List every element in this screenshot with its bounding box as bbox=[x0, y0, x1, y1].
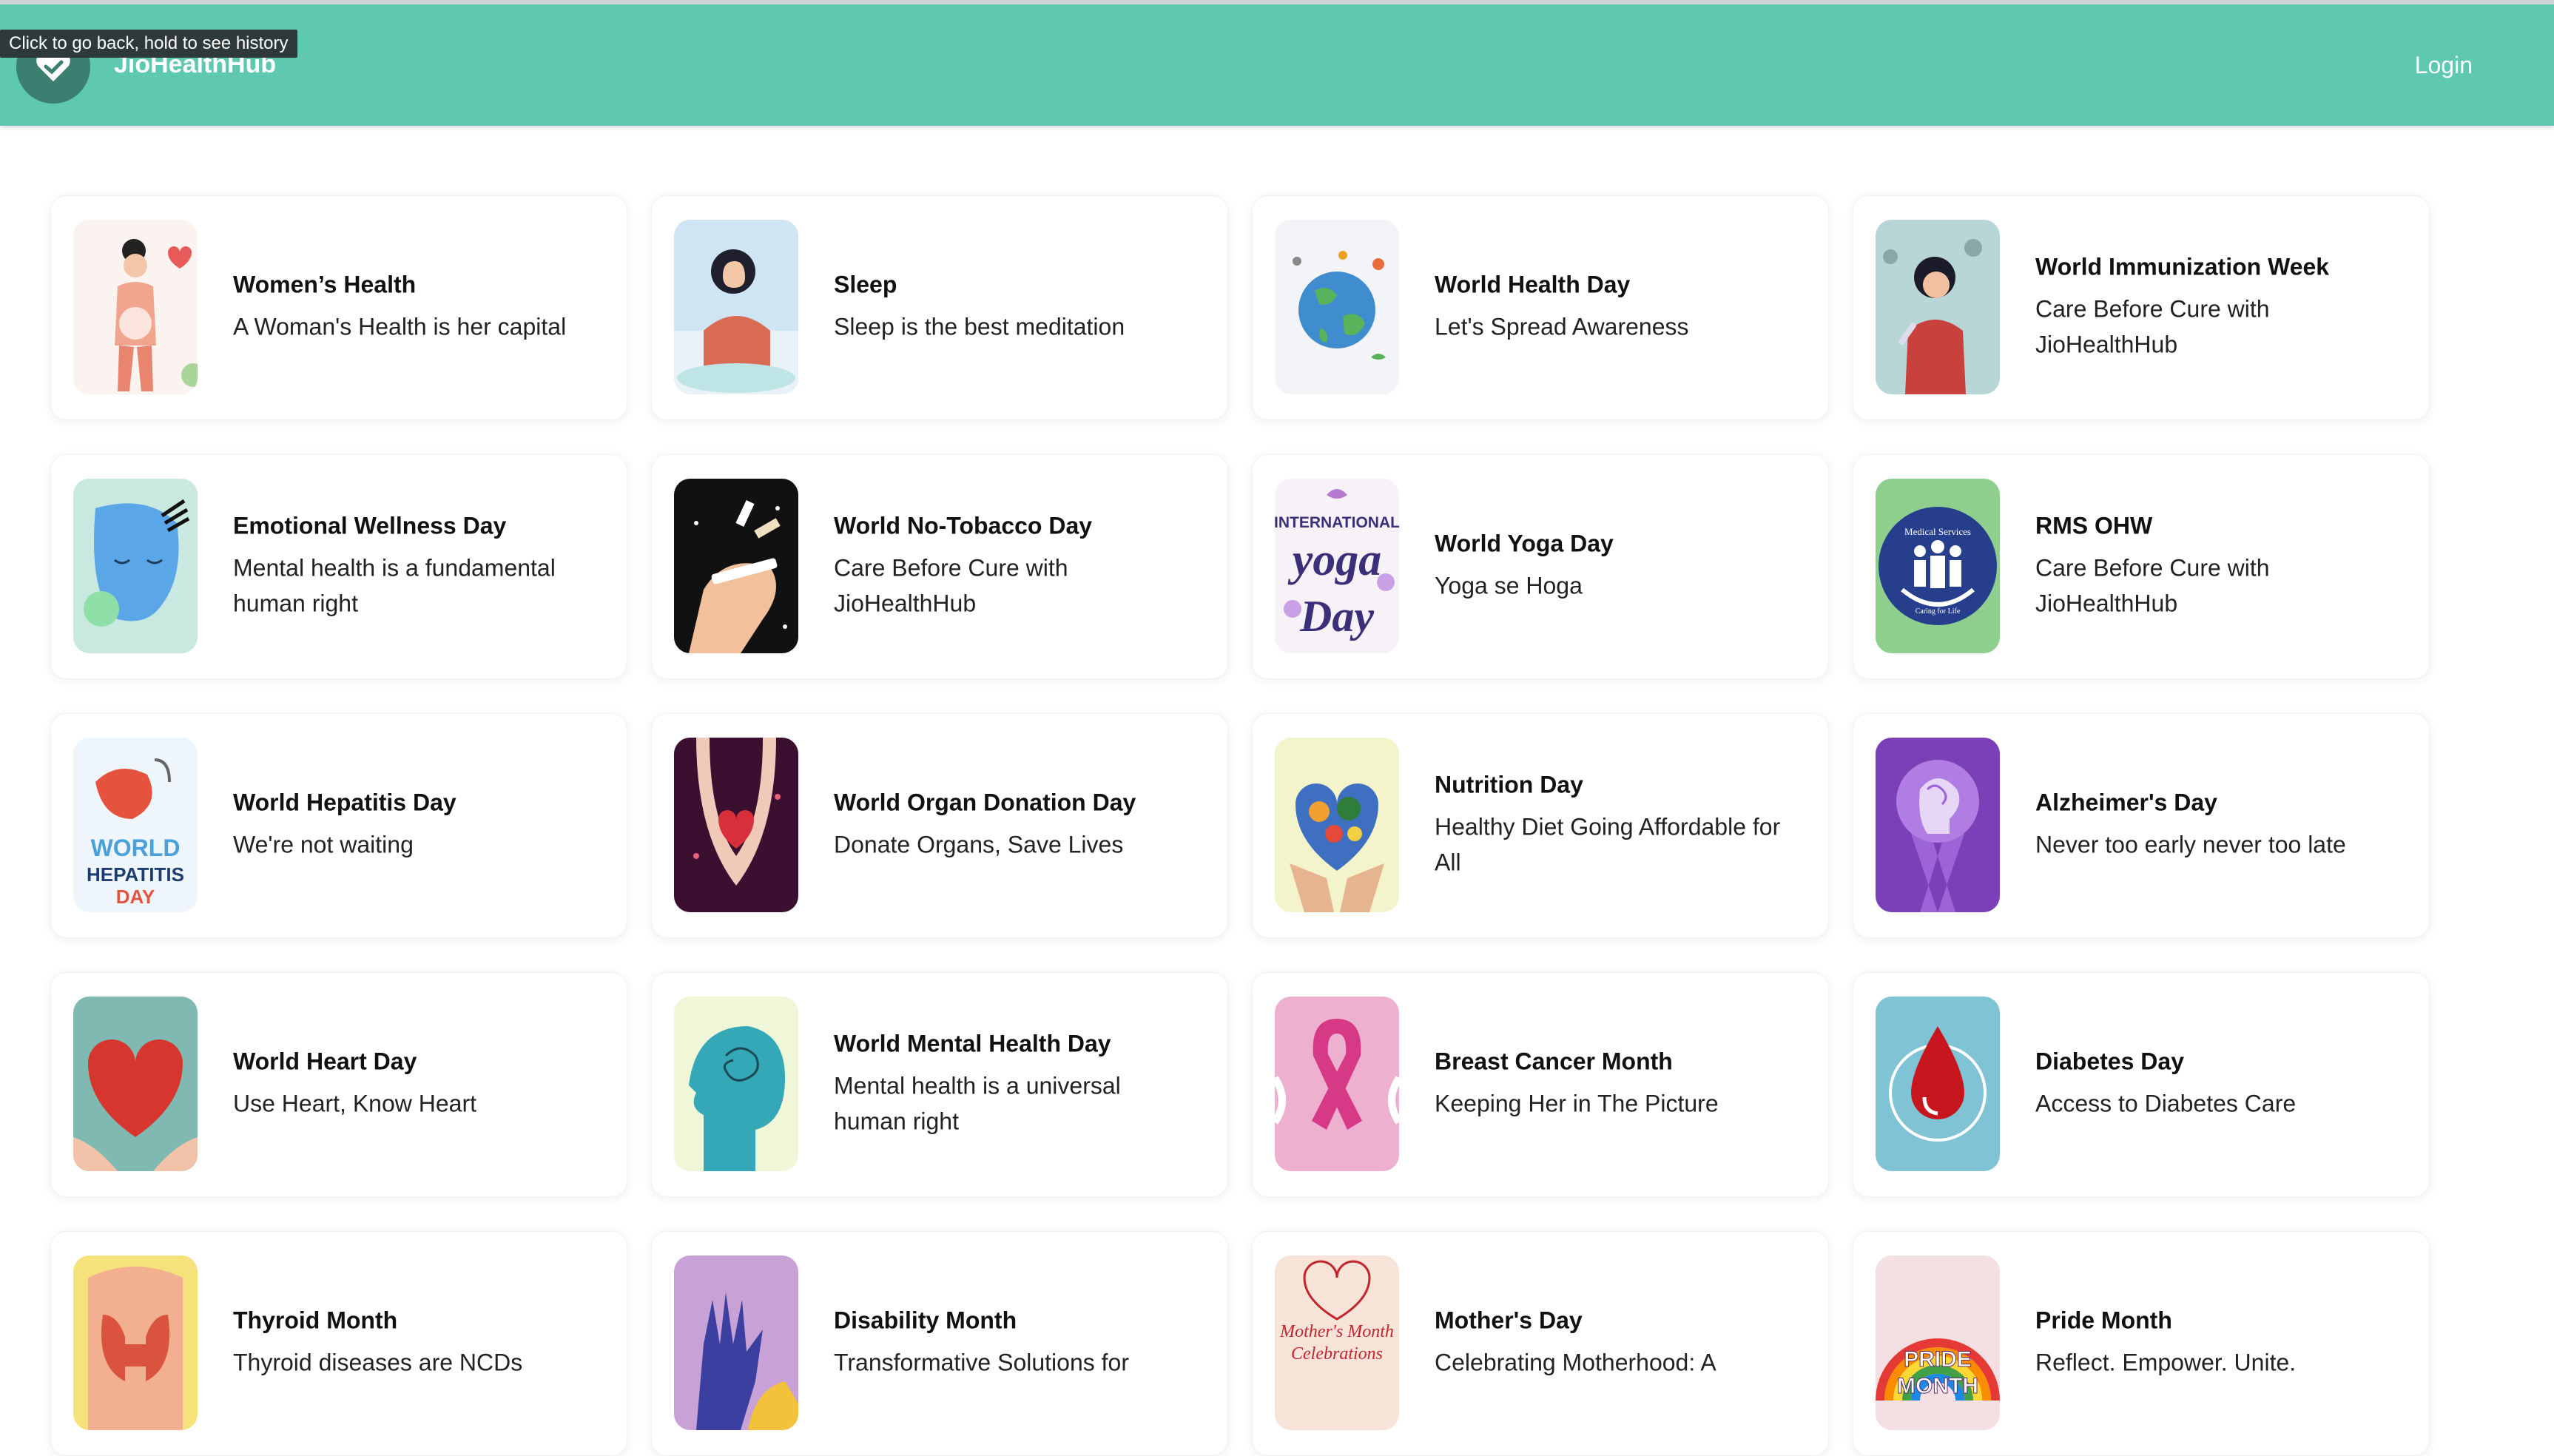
blood-drop-image bbox=[1876, 997, 2000, 1171]
mind-head-image bbox=[674, 997, 798, 1171]
card-title: World No-Tobacco Day bbox=[834, 512, 1093, 539]
hands-image bbox=[674, 1256, 798, 1430]
card-subtitle: We're not waiting bbox=[233, 831, 414, 858]
svg-text:PRIDE: PRIDE bbox=[1904, 1347, 1972, 1372]
card-subtitle: Let's Spread Awareness bbox=[1435, 313, 1689, 340]
card-title: World Hepatitis Day bbox=[233, 789, 456, 816]
card-title: Mother's Day bbox=[1435, 1307, 1583, 1334]
card-subtitle: Care Before Cure with JioHealthHub bbox=[2035, 295, 2270, 358]
card-title: Pride Month bbox=[2035, 1307, 2172, 1334]
back-button-tooltip: Click to go back, hold to see history bbox=[0, 30, 297, 58]
card-subtitle: Keeping Her in The Picture bbox=[1435, 1090, 1719, 1117]
emotional-face-image bbox=[73, 479, 198, 653]
svg-text:Mother's Month: Mother's Month bbox=[1279, 1322, 1394, 1341]
card-subtitle: Care Before Cure with JioHealthHub bbox=[834, 554, 1068, 617]
svg-text:WORLD: WORLD bbox=[91, 835, 181, 861]
svg-text:Medical Services: Medical Services bbox=[1904, 526, 1971, 537]
card-subtitle: Yoga se Hoga bbox=[1435, 572, 1583, 599]
card-title: Diabetes Day bbox=[2035, 1048, 2184, 1075]
topic-card[interactable]: World Immunization Week Care Before Cure… bbox=[1853, 195, 2430, 420]
card-title: Thyroid Month bbox=[233, 1307, 398, 1334]
card-subtitle: Reflect. Empower. Unite. bbox=[2035, 1349, 2297, 1376]
topic-card[interactable]: Thyroid Month Thyroid diseases are NCDs bbox=[50, 1231, 627, 1456]
topic-card[interactable]: Diabetes Day Access to Diabetes Care bbox=[1853, 972, 2430, 1197]
card-subtitle: Care Before Cure with JioHealthHub bbox=[2035, 554, 2270, 617]
card-title: World Heart Day bbox=[233, 1048, 417, 1075]
womens-health-image bbox=[73, 220, 198, 394]
card-subtitle: Healthy Diet Going Affordable for All bbox=[1435, 813, 1781, 876]
topic-card[interactable]: Medical Services Caring for Life RMS OHW… bbox=[1853, 454, 2430, 679]
app-header: JioHealthHub Login bbox=[0, 4, 2554, 126]
medical-services-image: Medical Services Caring for Life bbox=[1876, 479, 2000, 653]
card-title: RMS OHW bbox=[2035, 512, 2153, 539]
immunization-image bbox=[1876, 220, 2000, 394]
card-subtitle: Mental health is a universal human right bbox=[834, 1072, 1121, 1135]
topic-card[interactable]: Mother's Month Celebrations Mother's Day… bbox=[1252, 1231, 1829, 1456]
no-tobacco-image bbox=[674, 479, 798, 653]
svg-text:INTERNATIONAL: INTERNATIONAL bbox=[1275, 514, 1399, 531]
card-subtitle: Use Heart, Know Heart bbox=[233, 1090, 477, 1117]
card-subtitle: Sleep is the best meditation bbox=[834, 313, 1125, 340]
topic-card[interactable]: WORLD HEPATITIS DAY World Hepatitis Day … bbox=[50, 713, 627, 938]
card-subtitle: Donate Organs, Save Lives bbox=[834, 831, 1124, 858]
yoga-image: INTERNATIONAL yoga Day bbox=[1275, 479, 1399, 653]
card-subtitle: Mental health is a fundamental human rig… bbox=[233, 554, 556, 617]
card-subtitle: Transformative Solutions for bbox=[834, 1349, 1129, 1376]
topic-card[interactable]: World No-Tobacco Day Care Before Cure wi… bbox=[651, 454, 1228, 679]
card-title: Women’s Health bbox=[233, 271, 417, 298]
topic-card[interactable]: World Organ Donation Day Donate Organs, … bbox=[651, 713, 1228, 938]
hepatitis-image: WORLD HEPATITIS DAY bbox=[73, 738, 198, 912]
card-subtitle: Never too early never too late bbox=[2035, 831, 2346, 858]
svg-text:Celebrations: Celebrations bbox=[1291, 1344, 1383, 1364]
pink-ribbon-image bbox=[1275, 997, 1399, 1171]
svg-text:DAY: DAY bbox=[116, 886, 155, 908]
topic-card[interactable]: PRIDE MONTH Pride Month Reflect. Empower… bbox=[1853, 1231, 2430, 1456]
topic-card[interactable]: Breast Cancer Month Keeping Her in The P… bbox=[1252, 972, 1829, 1197]
topic-card[interactable]: World Mental Health Day Mental health is… bbox=[651, 972, 1228, 1197]
card-title: Disability Month bbox=[834, 1307, 1017, 1334]
nutrition-image bbox=[1275, 738, 1399, 912]
sleep-image bbox=[674, 220, 798, 394]
topic-card[interactable]: Sleep Sleep is the best meditation bbox=[651, 195, 1228, 420]
mothers-day-image: Mother's Month Celebrations bbox=[1275, 1256, 1399, 1430]
svg-text:HEPATITIS: HEPATITIS bbox=[87, 863, 184, 886]
card-title: World Mental Health Day bbox=[834, 1030, 1111, 1057]
svg-text:Caring for Life: Caring for Life bbox=[1916, 607, 1961, 616]
card-subtitle: Thyroid diseases are NCDs bbox=[233, 1349, 523, 1376]
pride-image: PRIDE MONTH bbox=[1876, 1256, 2000, 1430]
svg-text:MONTH: MONTH bbox=[1897, 1374, 1978, 1398]
topic-card[interactable]: World Heart Day Use Heart, Know Heart bbox=[50, 972, 627, 1197]
card-subtitle: Access to Diabetes Care bbox=[2035, 1090, 2297, 1117]
topic-card[interactable]: Women’s Health A Woman's Health is her c… bbox=[50, 195, 627, 420]
topic-grid: Women’s Health A Woman's Health is her c… bbox=[50, 195, 2431, 1456]
card-title: Sleep bbox=[834, 271, 897, 298]
organ-donation-image bbox=[674, 738, 798, 912]
topic-card[interactable]: Emotional Wellness Day Mental health is … bbox=[50, 454, 627, 679]
card-title: Nutrition Day bbox=[1435, 771, 1583, 798]
thyroid-image bbox=[73, 1256, 198, 1430]
card-title: World Immunization Week bbox=[2035, 253, 2330, 280]
card-subtitle: Celebrating Motherhood: A bbox=[1435, 1349, 1716, 1376]
topic-card[interactable]: World Health Day Let's Spread Awareness bbox=[1252, 195, 1829, 420]
globe-image bbox=[1275, 220, 1399, 394]
card-title: Alzheimer's Day bbox=[2035, 789, 2217, 816]
heart-image bbox=[73, 997, 198, 1171]
card-title: World Yoga Day bbox=[1435, 530, 1614, 557]
card-title: World Health Day bbox=[1435, 271, 1631, 298]
alzheimers-ribbon-image bbox=[1876, 738, 2000, 912]
svg-text:Day: Day bbox=[1299, 592, 1374, 641]
card-title: Breast Cancer Month bbox=[1435, 1048, 1673, 1075]
login-link[interactable]: Login bbox=[2415, 52, 2473, 79]
card-subtitle: A Woman's Health is her capital bbox=[233, 313, 567, 340]
topic-card[interactable]: Alzheimer's Day Never too early never to… bbox=[1853, 713, 2430, 938]
card-title: Emotional Wellness Day bbox=[233, 512, 507, 539]
topic-card[interactable]: INTERNATIONAL yoga Day World Yoga Day Yo… bbox=[1252, 454, 1829, 679]
topic-card[interactable]: Nutrition Day Healthy Diet Going Afforda… bbox=[1252, 713, 1829, 938]
svg-text:yoga: yoga bbox=[1287, 535, 1382, 585]
card-title: World Organ Donation Day bbox=[834, 789, 1136, 816]
topic-card[interactable]: Disability Month Transformative Solution… bbox=[651, 1231, 1228, 1456]
